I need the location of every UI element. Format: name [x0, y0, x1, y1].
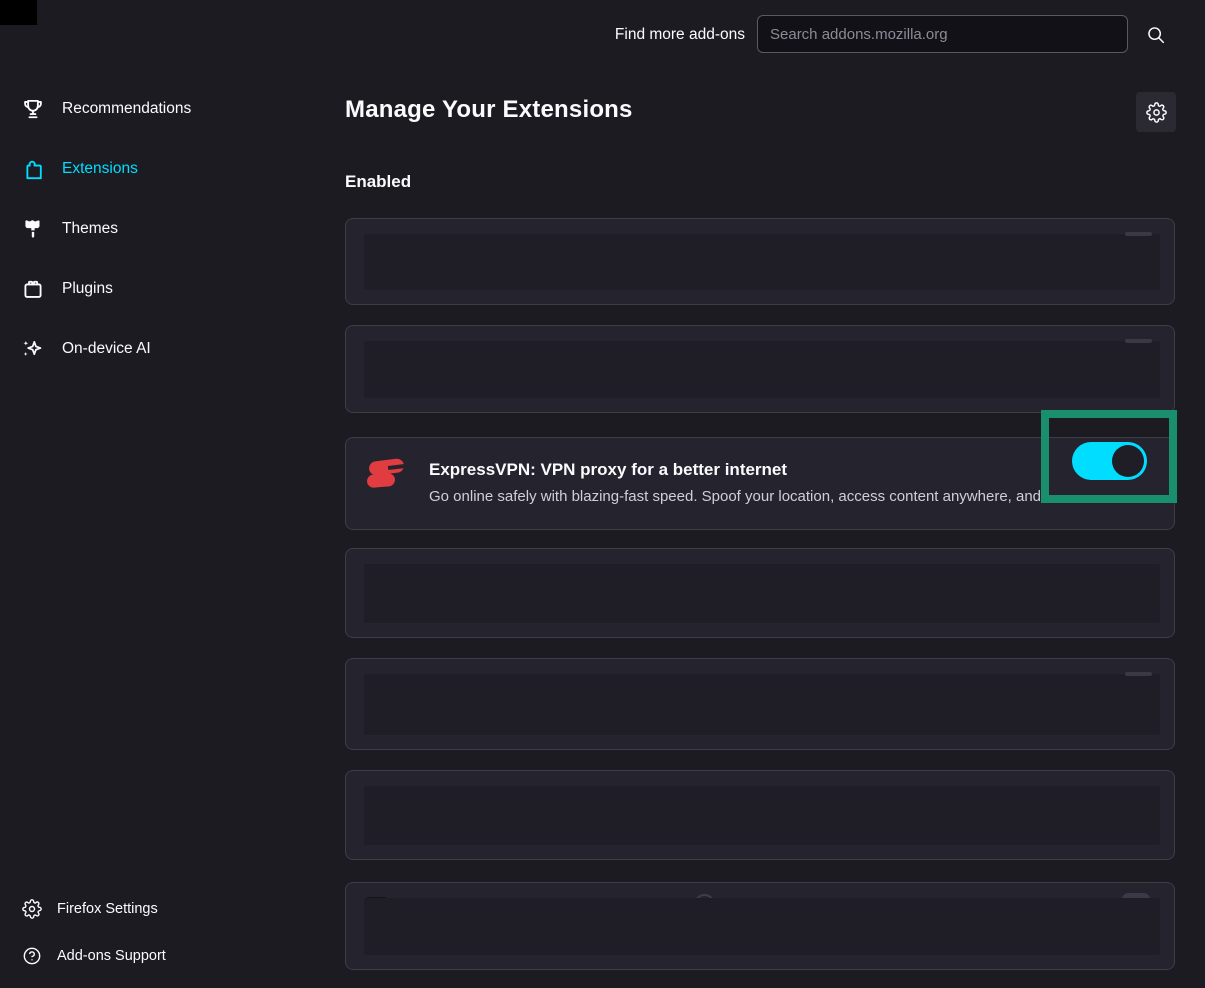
- sidebar-item-recommendations[interactable]: Recommendations: [20, 87, 191, 131]
- tools-for-all-addons-button[interactable]: [1136, 92, 1176, 132]
- expressvpn-logo-icon: [364, 451, 408, 499]
- sidebar-item-extensions[interactable]: Extensions: [20, 147, 138, 191]
- puzzle-icon: [20, 156, 46, 182]
- sidebar-item-plugins[interactable]: Plugins: [20, 267, 113, 311]
- redacted-content-block: [364, 564, 1160, 623]
- redacted-content-block: [364, 341, 1160, 398]
- redacted-content-block: [364, 786, 1160, 845]
- sidebar-item-on-device-ai[interactable]: On-device AI: [20, 327, 151, 371]
- plugin-icon: [20, 276, 46, 302]
- gear-icon: [1146, 102, 1167, 123]
- search-icon: [1145, 24, 1167, 46]
- toggle-remnant-dash: [1125, 672, 1152, 676]
- toggle-remnant-dash: [1125, 339, 1152, 343]
- extension-card-redacted[interactable]: [345, 770, 1175, 860]
- enabled-section-heading: Enabled: [345, 172, 411, 192]
- gear-icon: [22, 899, 42, 919]
- help-icon: [22, 946, 42, 966]
- sidebar-item-themes[interactable]: Themes: [20, 207, 118, 251]
- trophy-icon: [20, 96, 46, 122]
- extension-card-redacted[interactable]: [345, 325, 1175, 413]
- extension-card-redacted[interactable]: [345, 658, 1175, 750]
- sparkles-icon: [20, 336, 46, 362]
- sidebar-item-label: Plugins: [62, 280, 113, 298]
- redacted-content-block: [364, 234, 1160, 290]
- extension-description: Go online safely with blazing-fast speed…: [429, 487, 1154, 507]
- extension-card-expressvpn[interactable]: ExpressVPN: VPN proxy for a better inter…: [345, 437, 1175, 530]
- sidebar-item-label: On-device AI: [62, 340, 151, 358]
- sidebar-item-label: Recommendations: [62, 100, 191, 118]
- sidebar-item-label: Themes: [62, 220, 118, 238]
- footer-item-label: Add-ons Support: [57, 948, 166, 964]
- toggle-knob: [1112, 445, 1144, 477]
- extension-name: ExpressVPN: VPN proxy for a better inter…: [429, 459, 1154, 481]
- page-title: Manage Your Extensions: [345, 96, 633, 124]
- search-button[interactable]: [1141, 20, 1171, 50]
- expressvpn-enabled-toggle[interactable]: [1072, 442, 1147, 480]
- extension-card-redacted[interactable]: [345, 548, 1175, 638]
- sidebar-item-firefox-settings[interactable]: Firefox Settings: [22, 891, 158, 927]
- footer-item-label: Firefox Settings: [57, 901, 158, 917]
- paintbrush-icon: [20, 216, 46, 242]
- sidebar-item-addons-support[interactable]: Add-ons Support: [22, 938, 166, 974]
- extension-card-redacted[interactable]: [345, 882, 1175, 970]
- sidebar-item-label: Extensions: [62, 160, 138, 178]
- redacted-content-block: [364, 898, 1160, 955]
- redacted-content-block: [364, 674, 1160, 735]
- extension-card-redacted[interactable]: [345, 218, 1175, 305]
- search-input[interactable]: [757, 15, 1128, 53]
- redaction-patch: [0, 0, 37, 25]
- find-more-addons-label: Find more add-ons: [615, 25, 745, 45]
- toggle-remnant-dash: [1125, 232, 1152, 236]
